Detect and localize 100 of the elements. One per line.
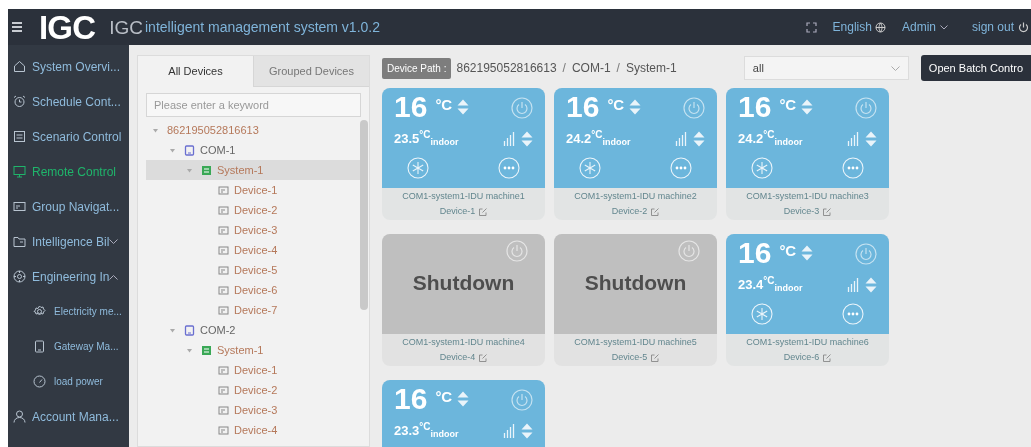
user-menu[interactable]: Admin xyxy=(901,18,948,36)
snowflake-icon xyxy=(579,156,601,179)
search-field[interactable]: Please enter a keyword xyxy=(146,93,361,117)
device-card[interactable]: Shutdown COM1-system1-IDU machine4 Device-4 xyxy=(382,234,545,366)
device-name: Device-2 xyxy=(611,205,648,218)
sidebar-item[interactable]: Account Mana... xyxy=(8,399,129,434)
tree-node[interactable]: COM-2 xyxy=(146,320,360,340)
up-down-arrows-icon xyxy=(629,99,642,115)
edit-icon xyxy=(479,207,488,216)
menu-item-icon xyxy=(33,305,46,318)
unit-icon xyxy=(218,304,229,316)
sidebar-item[interactable]: Intelligence Bil xyxy=(8,224,129,259)
tree-node[interactable]: System-1 xyxy=(146,340,360,360)
globe-icon xyxy=(874,21,886,33)
shutdown-status: Shutdown xyxy=(412,270,515,297)
tree-node[interactable]: Device-4 xyxy=(146,420,360,440)
menu-item-icon xyxy=(13,200,26,213)
snowflake-icon xyxy=(751,156,773,179)
device-icon xyxy=(184,324,195,336)
edit-icon xyxy=(651,353,660,362)
device-model: COM1-system1-IDU machine5 xyxy=(574,336,697,349)
sidebar-subitem[interactable]: Gateway Ma... xyxy=(8,329,129,364)
tree-node[interactable]: Device-7 xyxy=(146,300,360,320)
chevron-down-icon xyxy=(939,24,948,30)
unit-icon xyxy=(218,184,229,196)
power-icon xyxy=(683,96,705,119)
more-icon xyxy=(670,156,692,179)
signal-bars-icon xyxy=(503,131,516,147)
snowflake-icon xyxy=(751,302,773,325)
menu-item-icon xyxy=(33,340,46,353)
menu-item-icon xyxy=(13,410,26,423)
unit-icon xyxy=(218,284,229,296)
power-icon xyxy=(855,242,877,265)
setpoint-temperature: 16 xyxy=(566,91,600,123)
tree-node[interactable]: System-1 xyxy=(146,160,360,180)
tree-node[interactable]: 862195052816613 xyxy=(146,120,360,140)
edit-icon xyxy=(651,207,660,216)
up-down-arrows-icon xyxy=(801,99,814,115)
sidebar-item[interactable]: Engineering In xyxy=(8,259,129,294)
power-icon xyxy=(678,240,700,262)
language-selector[interactable]: English xyxy=(832,18,886,36)
sidebar-item[interactable]: Remote Control xyxy=(8,154,129,189)
setpoint-temperature: 16 xyxy=(394,91,428,123)
tree-node[interactable]: Device-6 xyxy=(146,280,360,300)
device-model: COM1-system1-IDU machine1 xyxy=(402,190,525,203)
up-down-arrows-icon xyxy=(801,245,814,261)
path-separator: / xyxy=(616,60,620,77)
sign-out-button[interactable]: sign out xyxy=(971,18,1029,36)
unit-icon xyxy=(218,264,229,276)
sidebar-item[interactable]: Scenario Control xyxy=(8,119,129,154)
tree-node[interactable]: Device-1 xyxy=(146,360,360,380)
menu-item-icon xyxy=(13,130,26,143)
batch-control-button[interactable]: Open Batch Contro xyxy=(920,55,1031,81)
up-down-arrows-icon xyxy=(457,99,470,115)
filter-dropdown[interactable]: all xyxy=(743,56,909,80)
tree-node[interactable]: Device-3 xyxy=(146,400,360,420)
up-down-arrows-icon xyxy=(457,391,470,407)
fullscreen-icon xyxy=(805,21,817,33)
temperature-unit: °C xyxy=(779,95,797,115)
path-label: Device Path : xyxy=(382,57,452,79)
power-icon xyxy=(855,96,877,119)
tree-node[interactable]: Device-5 xyxy=(146,260,360,280)
tree-node[interactable]: Device-4 xyxy=(146,240,360,260)
unit-icon xyxy=(218,204,229,216)
device-name: Device-3 xyxy=(783,205,820,218)
sidebar-item[interactable]: Schedule Cont... xyxy=(8,84,129,119)
tree-node[interactable]: Device-3 xyxy=(146,220,360,240)
edit-icon xyxy=(823,207,832,216)
breadcrumb-item[interactable]: 862195052816613 xyxy=(456,59,557,77)
more-icon xyxy=(842,156,864,179)
unit-icon xyxy=(218,424,229,436)
device-card[interactable]: Shutdown COM1-system1-IDU machine5 Device-5 xyxy=(554,234,717,366)
tree-node[interactable]: COM-1 xyxy=(146,140,360,160)
menu-icon xyxy=(11,21,23,33)
temperature-unit: °C xyxy=(435,95,453,115)
breadcrumb-item[interactable]: COM-1 xyxy=(571,59,611,77)
device-name: Device-1 xyxy=(439,205,476,218)
panel-icon xyxy=(201,344,212,356)
signal-bars-icon xyxy=(675,131,688,147)
path-separator: / xyxy=(562,60,566,77)
tree-node[interactable]: Device-2 xyxy=(146,200,360,220)
logo: IGC xyxy=(39,10,96,44)
tree-node[interactable]: Device-1 xyxy=(146,180,360,200)
menu-item-icon xyxy=(13,95,26,108)
tree-node[interactable]: Device-2 xyxy=(146,380,360,400)
sidebar-subitem[interactable]: Electricity me... xyxy=(8,294,129,329)
edit-icon xyxy=(479,353,488,362)
sidebar-item[interactable]: Group Navigat... xyxy=(8,189,129,224)
scrollbar[interactable] xyxy=(360,120,368,310)
power-icon xyxy=(511,96,533,119)
tab[interactable]: Grouped Devices xyxy=(253,56,369,87)
sidebar-item[interactable]: System Overvi... xyxy=(8,49,129,84)
device-model: COM1-system1-IDU machine3 xyxy=(746,190,869,203)
fan-speed-arrows-icon xyxy=(521,422,533,439)
unit-icon xyxy=(218,384,229,396)
breadcrumb-item[interactable]: System-1 xyxy=(625,59,677,77)
sidebar-subitem[interactable]: load power xyxy=(8,364,129,399)
menu-item-icon xyxy=(13,60,26,73)
device-name: Device-5 xyxy=(611,351,648,364)
power-icon xyxy=(511,388,533,411)
